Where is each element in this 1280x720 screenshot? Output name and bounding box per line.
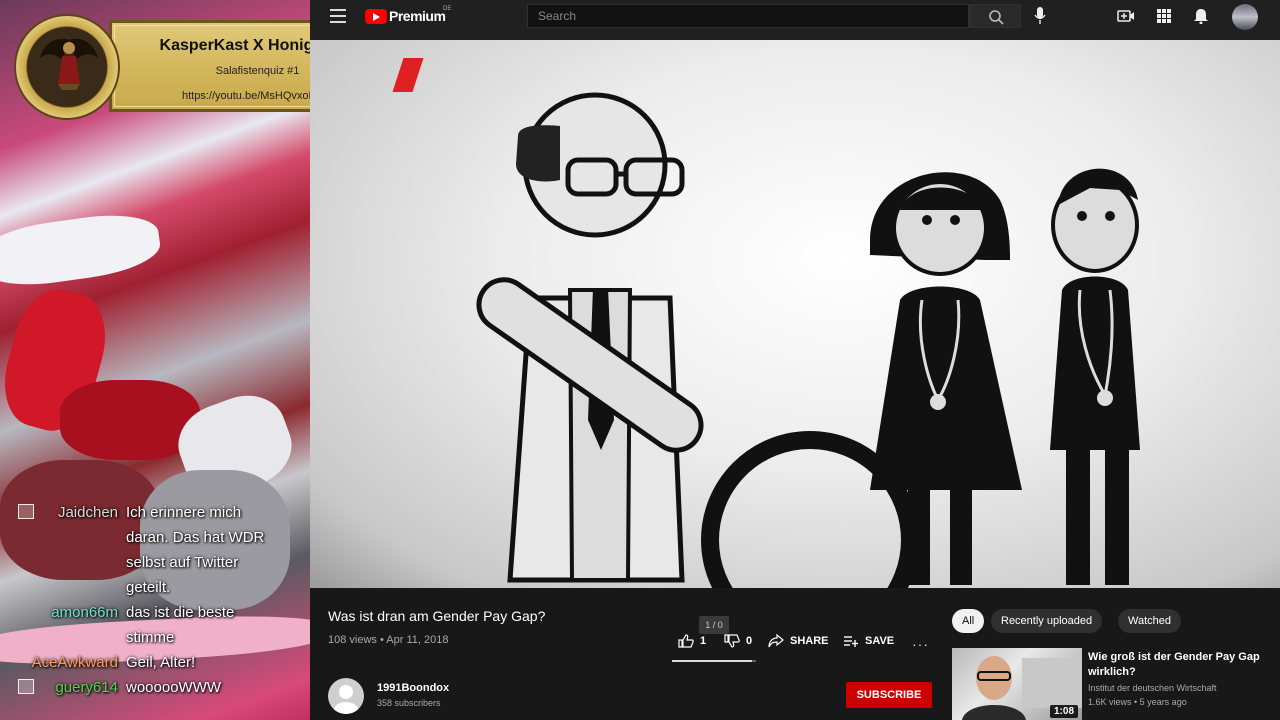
- menu-icon[interactable]: [330, 9, 346, 23]
- chat-message-text: stimme: [126, 629, 175, 646]
- chat-message-text: Geil, Alter!: [126, 654, 196, 671]
- video-meta: 108 views • Apr 11, 2018: [328, 634, 449, 646]
- chip-all[interactable]: All: [952, 609, 985, 633]
- dislike-button[interactable]: 0: [724, 634, 752, 648]
- chat-message-line: AceAwkward Geil, Alter!: [14, 650, 310, 675]
- eris-logo: ERIS: [14, 14, 120, 120]
- winged-figure-icon: [40, 38, 98, 90]
- recommendation-title[interactable]: Wie groß ist der Gender Pay Gap wirklich…: [1088, 650, 1263, 680]
- like-ratio-fill: [672, 660, 752, 662]
- chat-badge-icon: [18, 679, 34, 694]
- chat-message-line: selbst auf Twitter: [14, 550, 310, 575]
- recommendation-channel: Institut der deutschen Wirtschaft: [1088, 683, 1217, 693]
- premium-label: Premium: [389, 8, 446, 24]
- man-figure: [1050, 168, 1140, 585]
- apps-icon[interactable]: [1155, 8, 1173, 24]
- create-video-icon[interactable]: [1117, 8, 1135, 24]
- chip-watched[interactable]: Watched: [1118, 609, 1182, 633]
- chat-message-text: selbst auf Twitter: [126, 554, 239, 571]
- chat-message-line: amon66m das ist die beste: [14, 600, 310, 625]
- more-actions-button[interactable]: ···: [912, 636, 929, 652]
- video-details: Was ist dran am Gender Pay Gap? 108 view…: [310, 588, 1280, 720]
- default-avatar-icon: [333, 685, 359, 714]
- chat-username: [14, 625, 126, 650]
- video-frame-illustration: [476, 92, 1140, 588]
- video-duration: 1:08: [1049, 705, 1078, 718]
- thumbs-down-icon: [724, 634, 740, 648]
- chat-message-line: daran. Das hat WDR: [14, 525, 310, 550]
- subscriber-count: 358 subscribers: [377, 698, 441, 708]
- chat-message-line: geteilt.: [14, 575, 310, 600]
- subscribe-button[interactable]: SUBSCRIBE: [846, 682, 932, 708]
- youtube-premium-logo[interactable]: Premium: [365, 8, 446, 24]
- search-icon: [989, 10, 1004, 25]
- dislike-count: 0: [746, 635, 753, 647]
- channel-avatar[interactable]: [328, 678, 364, 714]
- chip-recently-uploaded[interactable]: Recently uploaded: [991, 609, 1103, 633]
- logo-text: ERIS: [54, 96, 84, 107]
- search-button[interactable]: [969, 4, 1021, 28]
- thumbs-up-icon: [678, 634, 694, 648]
- share-label: SHARE: [790, 635, 829, 647]
- chat-message-text: daran. Das hat WDR: [126, 529, 265, 546]
- recommendation-meta: 1.6K views • 5 years ago: [1088, 697, 1187, 707]
- share-button[interactable]: SHARE: [768, 634, 829, 648]
- bell-icon[interactable]: [1192, 8, 1210, 24]
- youtube-topbar: Premium DE Search: [310, 0, 1280, 40]
- chat-username: [14, 550, 126, 575]
- like-button[interactable]: 1: [678, 634, 706, 648]
- share-icon: [768, 634, 784, 648]
- chat-username: amon66m: [51, 604, 118, 621]
- scientist-figure: [476, 92, 919, 588]
- woman-figure: [870, 172, 1022, 585]
- country-code: DE: [443, 6, 452, 12]
- chat-username: AceAwkward: [31, 654, 118, 671]
- chat-message-text: geteilt.: [126, 579, 171, 596]
- mic-icon[interactable]: [1034, 7, 1046, 25]
- like-count: 1: [700, 635, 707, 647]
- page-indicator: 1 / 0: [699, 616, 729, 634]
- chat-username: [14, 525, 126, 550]
- chat-message-line: guery614 woooooWWW: [14, 675, 310, 700]
- chat-message-line: stimme: [14, 625, 310, 650]
- chat-message-text: das ist die beste: [126, 604, 235, 621]
- stream-chat: Jaidchen Ich erinnere mich daran. Das hat …: [14, 500, 310, 700]
- channel-name[interactable]: 1991Boondox: [377, 682, 449, 694]
- save-button[interactable]: SAVE: [843, 634, 894, 648]
- like-ratio-bar: [672, 660, 756, 662]
- chat-message-line: Jaidchen Ich erinnere mich: [14, 500, 310, 525]
- screen: KasperKast X HonigWabe Salafistenquiz #1…: [0, 0, 1280, 720]
- chat-message-text: Ich erinnere mich: [126, 504, 242, 521]
- search-input[interactable]: Search: [527, 4, 969, 28]
- youtube-play-icon: [365, 8, 387, 24]
- chat-badge-icon: [18, 504, 34, 519]
- save-label: SAVE: [865, 635, 895, 647]
- video-player[interactable]: [310, 40, 1280, 588]
- video-title: Was ist dran am Gender Pay Gap?: [328, 608, 546, 624]
- avatar[interactable]: [1232, 4, 1258, 30]
- chat-message-text: woooooWWW: [126, 679, 222, 696]
- playlist-add-icon: [844, 636, 858, 647]
- recommendation-thumbnail[interactable]: 1:08: [952, 648, 1082, 720]
- chat-username: [14, 575, 126, 600]
